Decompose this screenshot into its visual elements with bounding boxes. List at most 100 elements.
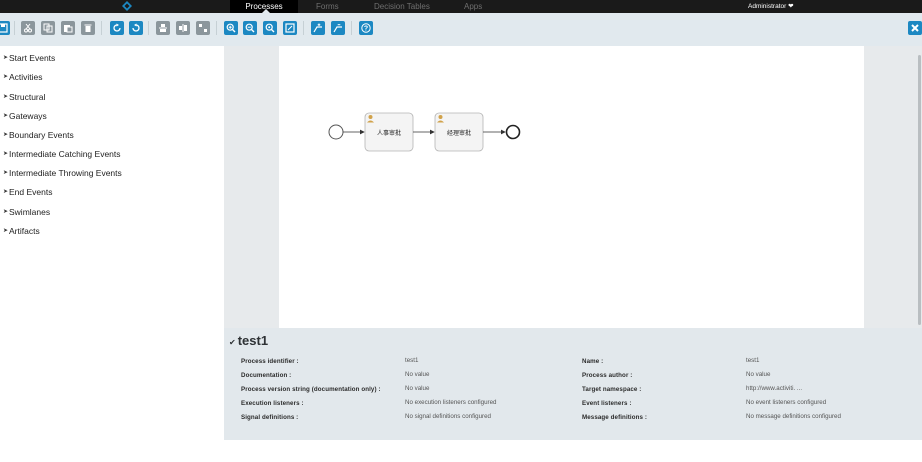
save-icon	[0, 23, 8, 33]
diagram-canvas[interactable]: 人事审批 经理审批	[279, 46, 864, 328]
palette-item-structural[interactable]: ➤Structural	[3, 90, 45, 104]
top-navbar: Processes Forms Decision Tables Apps Adm…	[0, 0, 922, 13]
property-value[interactable]: http://www.activiti. ...	[746, 385, 802, 392]
toolbar-separator	[303, 21, 304, 35]
cut-icon	[24, 23, 32, 33]
zoom-in-icon	[226, 23, 236, 33]
help-button[interactable]: ?	[359, 21, 373, 35]
save-button[interactable]	[0, 21, 10, 35]
task-label: 经理审批	[446, 131, 471, 137]
bendpoint-add-icon	[313, 23, 322, 33]
toolbar-separator	[351, 21, 352, 35]
palette-item-label: Start Events	[9, 53, 56, 63]
palette-item-label: Activities	[9, 72, 43, 82]
palette-item-intermediate-throwing-events[interactable]: ➤Intermediate Throwing Events	[3, 166, 122, 180]
property-value[interactable]: No event listeners configured	[746, 399, 826, 406]
palette-item-gateways[interactable]: ➤Gateways	[3, 109, 47, 123]
zoom-out-icon	[245, 23, 255, 33]
palette-item-swimlanes[interactable]: ➤Swimlanes	[3, 205, 50, 219]
delete-icon	[84, 24, 92, 32]
tab-apps[interactable]: Apps	[464, 0, 482, 13]
paste-button[interactable]	[61, 21, 75, 35]
user-menu[interactable]: Administrator ❤	[748, 0, 794, 13]
palette: ➤Start Events ➤Activities ➤Structural ➤G…	[0, 46, 224, 462]
same-size-icon	[199, 24, 207, 32]
palette-item-label: Structural	[9, 92, 46, 102]
property-label: Process author :	[582, 372, 633, 379]
user-name: Administrator	[748, 3, 787, 10]
property-value[interactable]: No value	[405, 371, 429, 378]
start-event[interactable]	[328, 124, 344, 140]
canvas-area: 人事审批 经理审批	[224, 46, 922, 328]
palette-item-intermediate-catching-events[interactable]: ➤Intermediate Catching Events	[3, 147, 121, 161]
tab-decision-tables[interactable]: Decision Tables	[374, 0, 430, 13]
property-value[interactable]: No value	[405, 385, 429, 392]
bendpoint-remove-icon	[333, 24, 342, 33]
copy-button[interactable]	[41, 21, 55, 35]
copy-icon	[43, 23, 53, 33]
redo-button[interactable]	[110, 21, 124, 35]
align-horizontal-icon	[179, 24, 187, 32]
same-size-button[interactable]	[196, 21, 210, 35]
end-event[interactable]	[505, 124, 521, 140]
paste-icon	[64, 25, 73, 33]
property-label: Message definitions :	[582, 414, 648, 421]
editor-toolbar: ?	[0, 13, 922, 46]
process-name: test1	[237, 333, 269, 348]
toolbar-separator	[101, 21, 102, 35]
property-value[interactable]: No value	[746, 371, 770, 378]
properties-title[interactable]: ✔ test1	[229, 333, 268, 348]
redo-icon	[113, 23, 121, 32]
close-icon	[911, 24, 919, 32]
properties-panel: ✔ test1 Process identifier : test1 Name :…	[224, 328, 922, 440]
toolbar-separator	[14, 21, 15, 35]
chevron-down-icon: ✔	[229, 338, 236, 347]
palette-item-activities[interactable]: ➤Activities	[3, 70, 43, 84]
bendpoint-remove-button[interactable]	[331, 21, 345, 35]
active-tab-caret	[262, 9, 270, 13]
property-label: Event listeners :	[582, 400, 632, 407]
palette-item-end-events[interactable]: ➤End Events	[3, 185, 52, 199]
zoom-fit-icon	[285, 23, 295, 33]
align-horizontal-button[interactable]	[176, 21, 190, 35]
app-logo-icon[interactable]	[122, 1, 132, 11]
heart-icon: ❤	[788, 3, 794, 10]
align-vertical-button[interactable]	[156, 21, 170, 35]
property-label: Process identifier :	[241, 358, 299, 365]
help-icon: ?	[361, 23, 371, 33]
palette-item-label: Boundary Events	[9, 130, 74, 140]
palette-item-label: Intermediate Catching Events	[9, 149, 121, 159]
canvas-scrollbar[interactable]	[918, 55, 921, 325]
property-value[interactable]: No signal definitions configured	[405, 413, 491, 420]
property-value[interactable]: test1	[405, 357, 418, 364]
property-label: Execution listeners :	[241, 400, 304, 407]
cut-button[interactable]	[21, 21, 35, 35]
undo-button[interactable]	[129, 21, 143, 35]
palette-item-boundary-events[interactable]: ➤Boundary Events	[3, 128, 74, 142]
property-label: Name :	[582, 358, 604, 365]
property-value[interactable]: test1	[746, 357, 759, 364]
process-diagram	[328, 112, 521, 152]
palette-item-label: Swimlanes	[9, 207, 51, 217]
delete-button[interactable]	[81, 21, 95, 35]
zoom-actual-icon	[265, 23, 275, 33]
close-button[interactable]	[908, 21, 922, 35]
palette-item-artifacts[interactable]: ➤Artifacts	[3, 224, 40, 238]
align-vertical-icon	[159, 24, 167, 32]
svg-text:?: ?	[364, 26, 368, 33]
property-label: Documentation :	[241, 372, 292, 379]
tab-forms[interactable]: Forms	[316, 0, 339, 13]
zoom-out-button[interactable]	[243, 21, 257, 35]
toolbar-separator	[148, 21, 149, 35]
palette-item-label: Intermediate Throwing Events	[9, 168, 122, 178]
task-label: 人事审批	[376, 131, 401, 137]
property-value[interactable]: No execution listeners configured	[405, 399, 497, 406]
property-label: Signal definitions :	[241, 414, 299, 421]
zoom-fit-button[interactable]	[283, 21, 297, 35]
zoom-in-button[interactable]	[224, 21, 238, 35]
property-value[interactable]: No message definitions configured	[746, 413, 841, 420]
palette-item-start-events[interactable]: ➤Start Events	[3, 51, 55, 65]
zoom-actual-button[interactable]	[263, 21, 277, 35]
bendpoint-add-button[interactable]	[311, 21, 325, 35]
property-label: Target namespace :	[582, 386, 642, 393]
